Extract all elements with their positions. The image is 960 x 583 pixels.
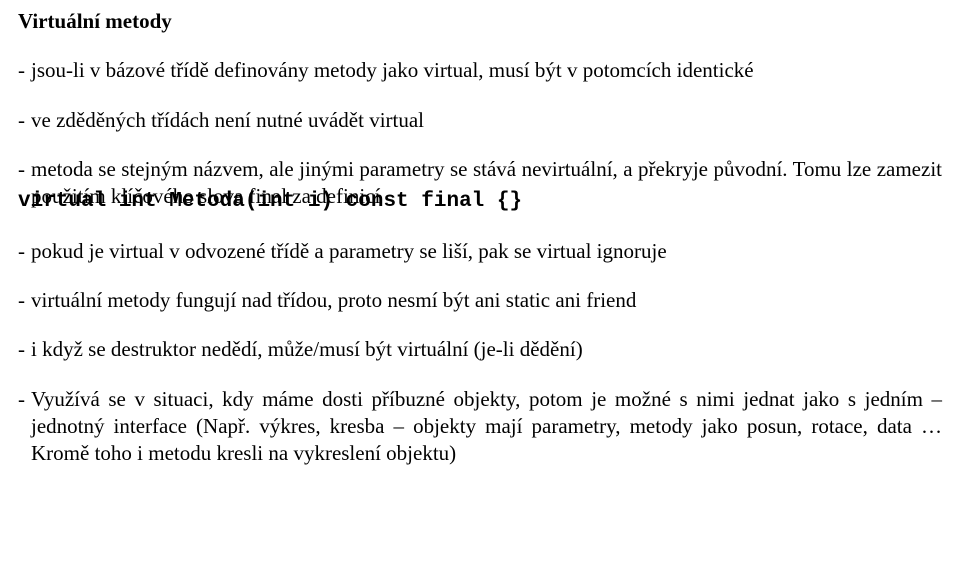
bullet-text: i když se destruktor nedědí, může/musí b… bbox=[31, 336, 942, 363]
bullet-dash: - bbox=[18, 107, 31, 134]
bullet-item-6: - i když se destruktor nedědí, může/musí… bbox=[18, 336, 942, 363]
bullet-item-1: - jsou-li v bázové třídě definovány meto… bbox=[18, 57, 942, 84]
bullet-item-2: - ve zděděných třídách není nutné uvádět… bbox=[18, 107, 942, 134]
bullet-text: pokud je virtual v odvozené třídě a para… bbox=[31, 238, 942, 265]
bullet-text: ve zděděných třídách není nutné uvádět v… bbox=[31, 107, 942, 134]
bullet-dash: - bbox=[18, 238, 31, 265]
bullet-dash: - bbox=[18, 336, 31, 363]
document-title: Virtuální metody bbox=[18, 8, 942, 35]
bullet-text: Využívá se v situaci, kdy máme dosti pří… bbox=[31, 386, 942, 468]
bullet-text: jsou-li v bázové třídě definovány metody… bbox=[31, 57, 942, 84]
bullet-item-3-group: - metoda se stejným názvem, ale jinými p… bbox=[18, 156, 942, 216]
bullet-item-7: - Využívá se v situaci, kdy máme dosti p… bbox=[18, 386, 942, 468]
bullet-dash: - bbox=[18, 386, 31, 468]
bullet-item-5: - virtuální metody fungují nad třídou, p… bbox=[18, 287, 942, 314]
bullet-item-4: - pokud je virtual v odvozené třídě a pa… bbox=[18, 238, 942, 265]
bullet-dash: - bbox=[18, 57, 31, 84]
bullet-dash: - bbox=[18, 287, 31, 314]
bullet-text: virtuální metody fungují nad třídou, pro… bbox=[31, 287, 942, 314]
